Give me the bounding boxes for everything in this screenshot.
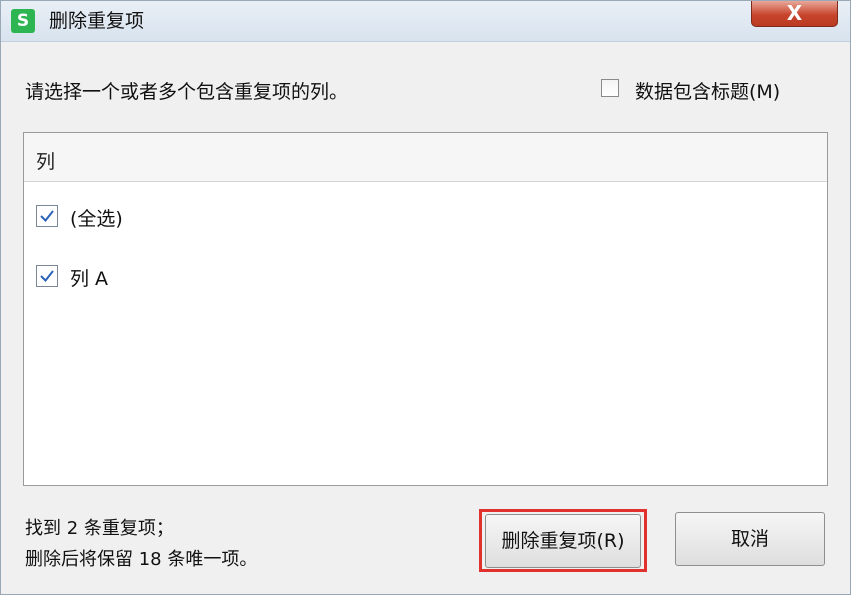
unique-remaining-text: 删除后将保留 18 条唯一项。 — [25, 549, 258, 570]
app-logo-icon: S — [11, 9, 35, 33]
column-list-header: 列 — [24, 133, 827, 182]
column-a-checkbox[interactable] — [36, 265, 58, 287]
checkmark-icon — [40, 270, 54, 283]
column-list-header-label: 列 — [36, 151, 56, 173]
instruction-text: 请选择一个或者多个包含重复项的列。 — [25, 81, 349, 103]
remove-duplicates-button[interactable]: 删除重复项(R) — [485, 514, 641, 568]
window-title: 删除重复项 — [49, 10, 145, 32]
remove-duplicates-dialog: S 删除重复项 X 请选择一个或者多个包含重复项的列。 数据包含标题(M) 列 … — [0, 0, 851, 595]
cancel-button[interactable]: 取消 — [675, 512, 825, 566]
title-bar[interactable]: S 删除重复项 X — [1, 1, 850, 42]
header-checkbox-label[interactable]: 数据包含标题(M) — [635, 77, 780, 104]
duplicates-found-text: 找到 2 条重复项； — [25, 518, 174, 539]
column-list: 列 (全选) 列 A — [23, 132, 828, 486]
select-all-checkbox[interactable] — [36, 205, 58, 227]
header-checkbox[interactable] — [601, 79, 619, 97]
checkmark-icon — [40, 210, 54, 223]
close-button[interactable]: X — [751, 1, 838, 27]
select-all-label: (全选) — [70, 208, 123, 230]
column-a-label: 列 A — [70, 268, 109, 290]
